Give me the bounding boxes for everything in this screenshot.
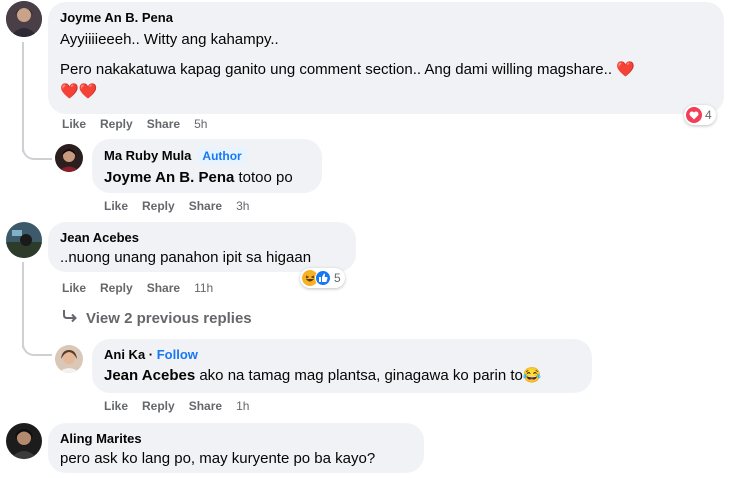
avatar[interactable] <box>55 345 83 373</box>
avatar[interactable] <box>6 222 42 258</box>
share-button[interactable]: Share <box>189 398 222 414</box>
comment-author[interactable]: Jean Acebes <box>60 230 344 246</box>
comment-author[interactable]: Ani Ka <box>104 347 145 362</box>
comment-text: Jean Acebes ako na tamag mag plantsa, gi… <box>104 366 580 386</box>
comment-bubble: Joyme An B. Pena Ayyiiiieeeh.. Witty ang… <box>48 2 724 114</box>
heart-emoji-icon: ❤️ <box>616 61 635 78</box>
timestamp[interactable]: 11h <box>194 280 213 296</box>
like-button[interactable]: Like <box>104 198 128 214</box>
comment-bubble: Aling Marites pero ask ko lang po, may k… <box>48 423 424 473</box>
timestamp[interactable]: 1h <box>236 398 249 414</box>
like-button[interactable]: Like <box>62 280 86 296</box>
author-badge: Author <box>197 147 247 165</box>
name-separator: · <box>145 347 157 362</box>
reaction-summary[interactable]: 4 <box>684 105 716 125</box>
view-previous-replies[interactable]: View 2 previous replies <box>62 309 252 327</box>
comment-text: Ayyiiiieeeh.. Witty ang kahampy.. <box>60 31 279 48</box>
follow-button[interactable]: Follow <box>157 347 198 362</box>
like-button[interactable]: Like <box>62 116 86 132</box>
reaction-count: 5 <box>334 271 341 285</box>
avatar[interactable] <box>6 423 42 459</box>
comment-author[interactable]: Joyme An B. Pena <box>60 10 712 26</box>
timestamp[interactable]: 3h <box>236 198 249 214</box>
like-button[interactable]: Like <box>104 398 128 414</box>
comment-bubble: Jean Acebes ..nuong unang panahon ipit s… <box>48 222 356 272</box>
reply-button[interactable]: Reply <box>142 198 175 214</box>
reply-button[interactable]: Reply <box>142 398 175 414</box>
comment-actions: Like Reply Share 11h <box>62 280 213 296</box>
comment-author[interactable]: Ma Ruby Mula <box>104 148 191 163</box>
comment-actions: Like Reply Share 1h <box>104 398 249 414</box>
mention-link[interactable]: Joyme An B. Pena <box>104 169 234 186</box>
comment-bubble: Ani Ka · Follow Jean Acebes ako na tamag… <box>92 339 592 393</box>
share-button[interactable]: Share <box>189 198 222 214</box>
avatar[interactable] <box>6 1 42 37</box>
reaction-count: 4 <box>705 108 712 122</box>
thread-line <box>22 42 24 152</box>
heart-emoji-icon: ❤️❤️ <box>60 83 98 100</box>
comment-bubble: Ma Ruby Mula Author Joyme An B. Pena toto… <box>92 139 322 193</box>
comment-text-body: ako na tamag mag plantsa, ginagawa ko pa… <box>195 367 523 384</box>
avatar[interactable] <box>55 144 83 172</box>
reply-arrow-icon <box>62 309 78 327</box>
view-replies-label: View 2 previous replies <box>86 309 252 327</box>
reply-button[interactable]: Reply <box>100 280 133 296</box>
comment-actions: Like Reply Share 5h <box>62 116 207 132</box>
comment-text: Pero nakakatuwa kapag ganito ung comment… <box>60 60 712 80</box>
heart-icon <box>686 107 702 123</box>
reply-button[interactable]: Reply <box>100 116 133 132</box>
comment-text-line: Pero nakakatuwa kapag ganito ung comment… <box>60 61 612 78</box>
timestamp[interactable]: 5h <box>194 116 207 132</box>
comment-text: pero ask ko lang po, may kuryente po ba … <box>60 450 376 467</box>
like-icon <box>315 270 331 286</box>
thread-curve <box>22 140 52 160</box>
comment-author-row: Ma Ruby Mula Author <box>104 147 310 165</box>
share-button[interactable]: Share <box>147 116 180 132</box>
comment-text-body: totoo po <box>234 169 293 186</box>
laughing-emoji-icon: 😂 <box>522 367 542 384</box>
reaction-summary[interactable]: 5 <box>300 268 345 288</box>
comment-author[interactable]: Aling Marites <box>60 431 412 447</box>
comment-text: ..nuong unang panahon ipit sa higaan <box>60 249 312 266</box>
comment-actions: Like Reply Share 3h <box>104 198 249 214</box>
share-button[interactable]: Share <box>147 280 180 296</box>
thread-curve <box>22 336 52 356</box>
comment-author-row: Ani Ka · Follow <box>104 347 580 363</box>
mention-link[interactable]: Jean Acebes <box>104 367 195 384</box>
comment-text: Joyme An B. Pena totoo po <box>104 168 310 188</box>
